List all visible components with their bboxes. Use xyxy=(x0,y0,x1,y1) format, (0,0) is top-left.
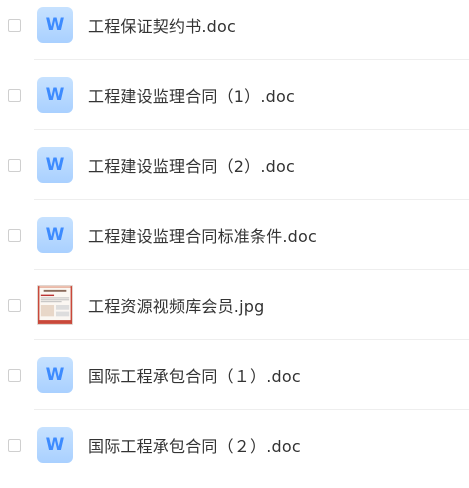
file-name[interactable]: 工程资源视频库会员.jpg xyxy=(88,293,264,317)
word-doc-icon: W xyxy=(37,427,73,463)
file-row[interactable]: W 工程建设监理合同标准条件.doc xyxy=(0,200,469,270)
file-row[interactable]: W 工程建设监理合同（2）.doc xyxy=(0,130,469,200)
select-checkbox[interactable] xyxy=(8,158,21,172)
file-name[interactable]: 国际工程承包合同（２）.doc xyxy=(88,433,301,457)
word-doc-icon: W xyxy=(37,217,73,253)
file-row[interactable]: W 工程建设监理合同（1）.doc xyxy=(0,60,469,130)
select-checkbox[interactable] xyxy=(8,18,21,32)
file-name[interactable]: 工程建设监理合同标准条件.doc xyxy=(88,223,317,247)
word-doc-icon: W xyxy=(37,7,73,43)
file-name[interactable]: 工程保证契约书.doc xyxy=(88,13,236,37)
file-name[interactable]: 工程建设监理合同（1）.doc xyxy=(88,83,295,107)
file-row[interactable]: W 国际工程承包合同（１）.doc xyxy=(0,340,469,410)
select-checkbox[interactable] xyxy=(8,88,21,102)
word-doc-icon: W xyxy=(37,77,73,113)
file-row[interactable]: W 国际工程承包合同（２）.doc xyxy=(0,410,469,480)
select-checkbox[interactable] xyxy=(8,438,21,452)
select-checkbox[interactable] xyxy=(8,228,21,242)
file-name[interactable]: 国际工程承包合同（１）.doc xyxy=(88,363,301,387)
word-doc-icon: W xyxy=(37,357,73,393)
select-checkbox[interactable] xyxy=(8,368,21,382)
word-doc-icon: W xyxy=(37,147,73,183)
file-row[interactable]: W 工程保证契约书.doc xyxy=(0,0,469,60)
image-thumbnail-icon xyxy=(37,285,73,325)
file-name[interactable]: 工程建设监理合同（2）.doc xyxy=(88,153,295,177)
file-row[interactable]: 工程资源视频库会员.jpg xyxy=(0,270,469,340)
image-thumbnail-art xyxy=(38,286,72,324)
select-checkbox[interactable] xyxy=(8,298,21,312)
